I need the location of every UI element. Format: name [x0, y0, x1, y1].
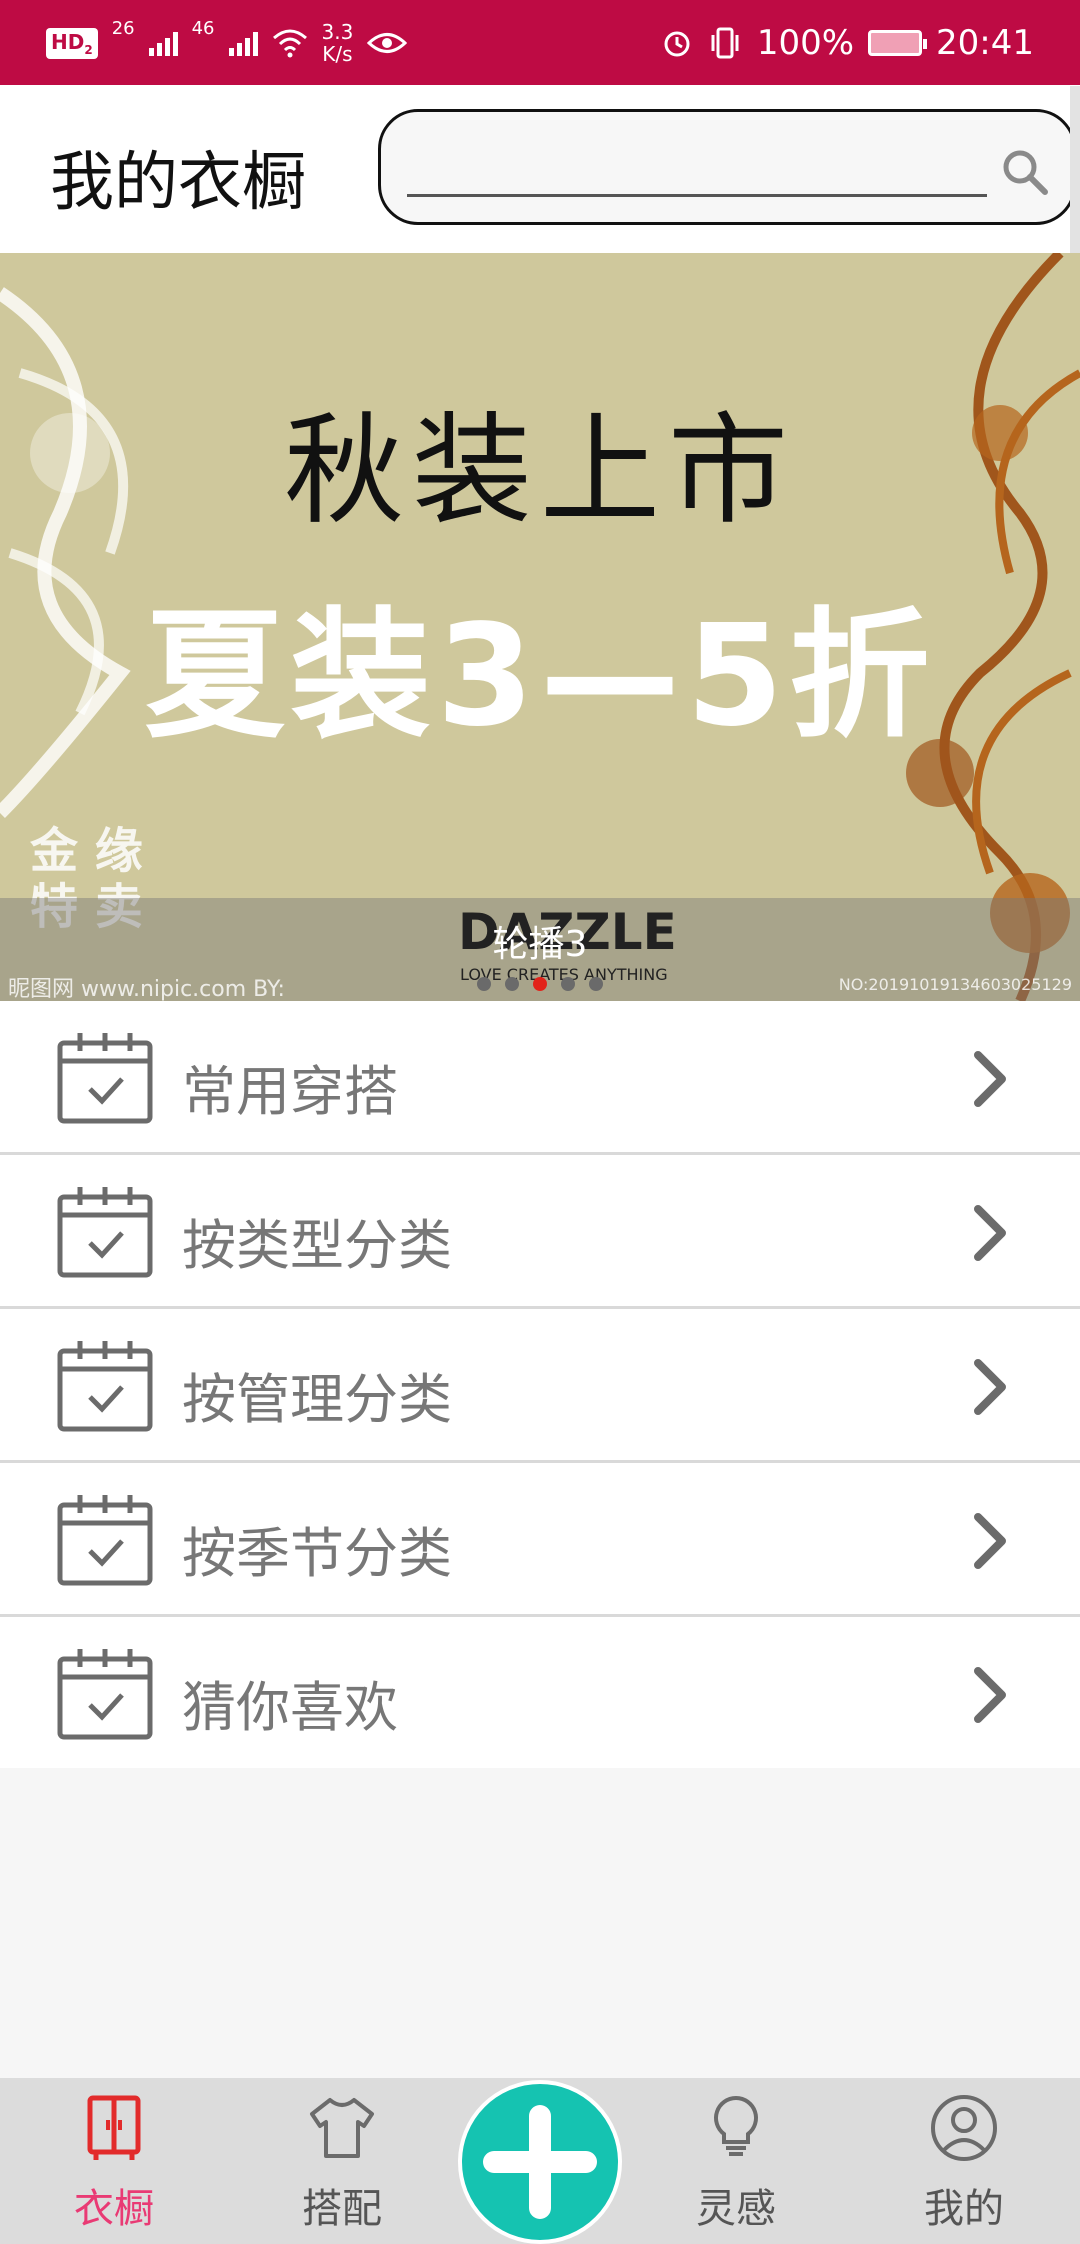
calendar-check-icon	[57, 1033, 153, 1124]
signal-bars-1-icon	[148, 30, 178, 56]
battery-icon	[868, 30, 928, 56]
menu-item[interactable]: 按管理分类	[0, 1309, 1080, 1463]
chevron-right-icon	[974, 1667, 1006, 1723]
carousel-dot[interactable]	[505, 977, 519, 991]
page-title: 我的衣橱	[50, 146, 306, 220]
clock: 20:41	[936, 23, 1034, 63]
calendar-check-icon	[57, 1495, 153, 1586]
calendar-check-icon	[57, 1187, 153, 1278]
signal-2-label: 46	[191, 18, 215, 39]
tab-profile[interactable]: 我的	[864, 2078, 1064, 2244]
menu-item[interactable]: 按季节分类	[0, 1463, 1080, 1617]
carousel-dot[interactable]	[533, 977, 547, 991]
chevron-right-icon	[974, 1513, 1006, 1569]
tshirt-icon	[310, 2098, 374, 2158]
chevron-right-icon	[974, 1051, 1006, 1107]
menu-item-label: 常用穿搭	[182, 1060, 398, 1123]
carousel-dot[interactable]	[589, 977, 603, 991]
carousel-dots[interactable]	[0, 977, 1080, 991]
menu-item[interactable]: 按类型分类	[0, 1155, 1080, 1309]
menu-item-label: 按季节分类	[182, 1522, 452, 1585]
menu-item[interactable]: 猜你喜欢	[0, 1617, 1080, 1768]
menu-item-label: 按管理分类	[182, 1368, 452, 1431]
carousel-dot[interactable]	[561, 977, 575, 991]
carousel-dot[interactable]	[477, 977, 491, 991]
app-header: 我的衣橱	[0, 85, 1080, 253]
menu-item[interactable]: 常用穿搭	[0, 1001, 1080, 1155]
search-box[interactable]	[378, 109, 1076, 225]
network-speed: 3.3 K/s	[321, 20, 354, 66]
signal-1-label: 26	[111, 18, 135, 39]
plus-icon	[483, 2105, 597, 2219]
wifi-icon	[272, 29, 307, 58]
tab-inspiration[interactable]: 灵感	[636, 2078, 836, 2244]
tab-outfit[interactable]: 搭配	[242, 2078, 442, 2244]
calendar-check-icon	[57, 1341, 153, 1432]
alarm-icon	[664, 31, 690, 57]
wardrobe-icon	[87, 2095, 141, 2160]
banner-subheadline: 夏装3—5折	[144, 595, 936, 758]
tab-wardrobe[interactable]: 衣橱	[14, 2078, 214, 2244]
add-button[interactable]	[458, 2080, 622, 2244]
menu-item-label: 按类型分类	[182, 1214, 452, 1277]
chevron-right-icon	[974, 1205, 1006, 1261]
search-icon[interactable]	[999, 146, 1051, 198]
menu-item-label: 猜你喜欢	[182, 1676, 398, 1739]
tab-label: 我的	[924, 2186, 1004, 2232]
banner-headline: 秋装上市	[284, 402, 796, 541]
carousel-banner[interactable]: 秋装上市 夏装3—5折 金 缘特 卖 DAZZLE LOVE CREATES A…	[0, 253, 1080, 1001]
hd-badge: HD2	[46, 27, 98, 59]
category-menu: 常用穿搭按类型分类按管理分类按季节分类猜你喜欢	[0, 1001, 1080, 1768]
lightbulb-icon	[714, 2095, 758, 2156]
calendar-check-icon	[57, 1649, 153, 1740]
tab-label: 灵感	[696, 2186, 776, 2232]
vibrate-icon	[711, 27, 739, 59]
carousel-caption: 轮播3	[492, 924, 588, 965]
tab-label: 衣橱	[74, 2186, 154, 2232]
eye-icon	[367, 33, 408, 53]
status-left: HD2 26 46 3.3 K/s	[46, 18, 408, 68]
signal-bars-2-icon	[228, 30, 258, 56]
battery-percent: 100%	[756, 23, 855, 63]
tab-label: 搭配	[302, 2186, 382, 2232]
status-bar: HD2 26 46 3.3 K/s 100% 20:41	[0, 0, 1080, 85]
status-right: 100% 20:41	[661, 18, 1034, 68]
chevron-right-icon	[974, 1359, 1006, 1415]
search-input[interactable]	[407, 142, 987, 197]
profile-icon	[931, 2095, 997, 2161]
